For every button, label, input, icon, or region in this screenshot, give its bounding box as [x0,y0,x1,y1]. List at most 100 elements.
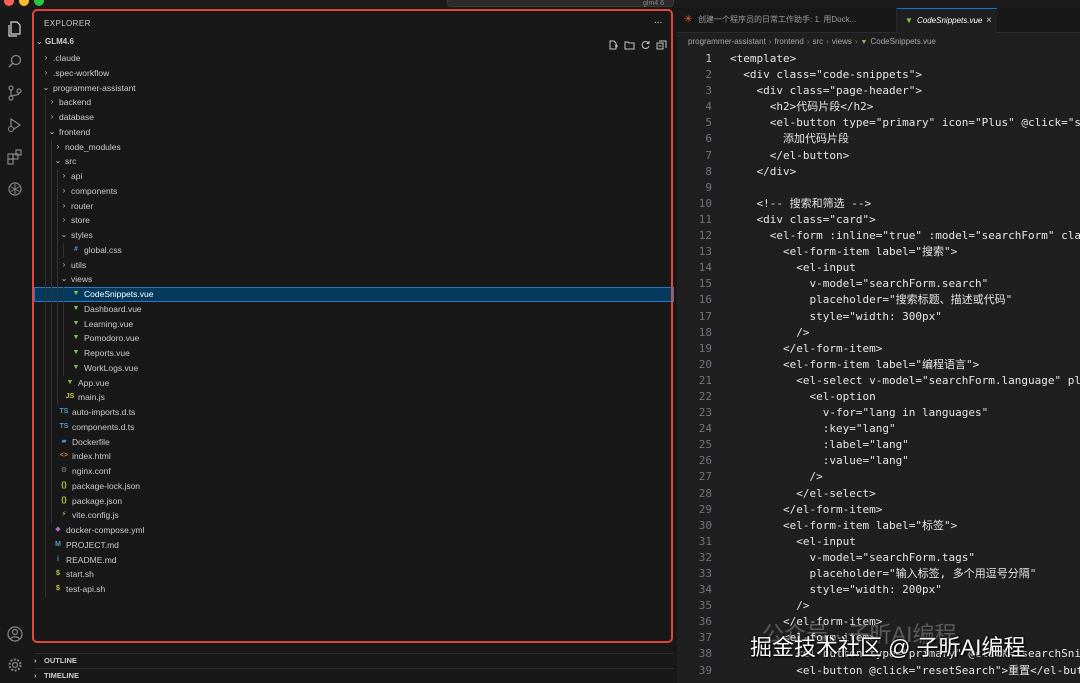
file-row[interactable]: ⚡ vite.config.js [34,508,674,523]
code-line[interactable]: 25 :label="lang" [677,437,1080,453]
code-line[interactable]: 12 <el-form :inline="true" :model="searc… [677,228,1080,244]
settings-gear-icon[interactable] [5,655,25,675]
folder-row[interactable]: › backend [34,95,674,110]
close-window-button[interactable] [4,0,14,6]
breadcrumb-item[interactable]: CodeSnippets.vue [870,37,935,46]
file-row[interactable]: M PROJECT.md [34,537,674,553]
breadcrumb-item[interactable]: programmer-assistant [688,37,766,46]
code-line[interactable]: 7 </el-button> [677,148,1080,164]
code-line[interactable]: 17 style="width: 300px" [677,309,1080,325]
ai-assistant-icon[interactable] [5,179,25,199]
code-line[interactable]: 1 <template> [677,51,1080,67]
file-row[interactable]: TS components.d.ts [34,419,674,435]
code-line[interactable]: 2 <div class="code-snippets"> [677,67,1080,83]
folder-row[interactable]: › database [34,110,674,125]
file-row[interactable]: ▰ Dockerfile [34,434,674,450]
code-line[interactable]: 9 [677,180,1080,196]
file-row[interactable]: $ start.sh [34,567,674,582]
close-icon[interactable]: × [986,9,992,33]
command-center[interactable]: glm4.6 [447,0,674,7]
code-line[interactable]: 23 v-for="lang in languages" [677,405,1080,421]
code-line[interactable]: 32 v-model="searchForm.tags" [677,550,1080,566]
code-line[interactable]: 24 :key="lang" [677,421,1080,437]
code-line[interactable]: 10 <!-- 搜索和筛选 --> [677,196,1080,212]
file-row[interactable]: ▼ Learning.vue [34,316,674,332]
code-line[interactable]: 4 <h2>代码片段</h2> [677,99,1080,115]
breadcrumb-item[interactable]: frontend [774,37,803,46]
extensions-icon[interactable] [5,147,25,167]
folder-row[interactable]: › router [34,198,674,214]
code-line[interactable]: 34 style="width: 200px" [677,582,1080,598]
code-editor[interactable]: 1 <template> 2 <div class="code-snippets">… [677,51,1080,679]
file-row[interactable]: $ test-api.sh [34,582,674,597]
code-line[interactable]: 16 placeholder="搜索标题、描述或代码" [677,292,1080,308]
file-row[interactable]: ▼ WorkLogs.vue [34,360,674,376]
file-row[interactable]: ▼ Pomodoro.vue [34,331,674,346]
file-row[interactable]: {} package.json [34,493,674,509]
code-line[interactable]: 14 <el-input [677,260,1080,276]
file-row[interactable]: ▼ Dashboard.vue [34,301,674,317]
code-line[interactable]: 29 </el-form-item> [677,502,1080,518]
search-icon[interactable] [5,51,25,71]
code-line[interactable]: 30 <el-form-item label="标签"> [677,518,1080,534]
folder-row[interactable]: › store [34,213,674,228]
file-row[interactable]: ▼ App.vue [34,375,674,391]
code-line[interactable]: 26 :value="lang" [677,453,1080,469]
account-icon[interactable] [5,624,25,644]
folder-row[interactable]: › utils [34,257,674,273]
breadcrumb-item[interactable]: src [813,37,824,46]
file-row[interactable]: ▼ Reports.vue [34,346,674,361]
outline-section[interactable]: › OUTLINE [34,653,674,668]
zoom-window-button[interactable] [34,0,44,6]
code-line[interactable]: 19 </el-form-item> [677,341,1080,357]
code-line[interactable]: 15 v-model="searchForm.search" [677,276,1080,292]
folder-row[interactable]: ⌄ frontend [34,124,674,140]
file-row[interactable]: TS auto-imports.d.ts [34,405,674,420]
code-line[interactable]: 22 <el-option [677,389,1080,405]
file-row[interactable]: <> index.html [34,449,674,464]
folder-row[interactable]: ⌄ styles [34,228,674,243]
code-line[interactable]: 33 placeholder="输入标签, 多个用逗号分隔" [677,566,1080,582]
folder-row[interactable]: ⌄ programmer-assistant [34,81,674,96]
code-line[interactable]: 3 <div class="page-header"> [677,83,1080,99]
code-line[interactable]: 39 <el-button @click="resetSearch">重置</e… [677,663,1080,679]
file-row[interactable]: ▼ CodeSnippets.vue [34,287,674,302]
folder-row[interactable]: › node_modules [34,139,674,155]
code-line[interactable]: 18 /> [677,325,1080,341]
file-row[interactable]: {} package-lock.json [34,478,674,494]
minimize-window-button[interactable] [19,0,29,6]
run-debug-icon[interactable] [5,115,25,135]
folder-row[interactable]: › .claude [34,51,674,66]
code-line[interactable]: 27 /> [677,469,1080,485]
code-line[interactable]: 28 </el-select> [677,486,1080,502]
file-row[interactable]: # global.css [34,242,674,258]
explorer-more-button[interactable]: ... [654,15,662,26]
code-line[interactable]: 35 /> [677,598,1080,614]
collapse-all-icon[interactable] [656,37,667,50]
code-line[interactable]: 6 添加代码片段 [677,131,1080,147]
breadcrumb-item[interactable]: views [832,37,852,46]
file-row[interactable]: ⚙ nginx.conf [34,464,674,479]
code-line[interactable]: 31 <el-input [677,534,1080,550]
code-line[interactable]: 8 </div> [677,164,1080,180]
code-line[interactable]: 13 <el-form-item label="搜索"> [677,244,1080,260]
folder-row[interactable]: ⌄ src [34,154,674,169]
source-control-icon[interactable] [5,83,25,103]
folder-row[interactable]: › api [34,169,674,184]
code-line[interactable]: 20 <el-form-item label="编程语言"> [677,357,1080,373]
timeline-section[interactable]: › TIMELINE [34,668,674,683]
tab-chat-session[interactable]: ✳ 创建一个程序员的日常工作助手: 1. 用Dock... [677,8,897,32]
code-line[interactable]: 11 <div class="card"> [677,212,1080,228]
refresh-icon[interactable] [640,37,651,50]
explorer-icon[interactable] [5,19,25,39]
file-row[interactable]: ◆ docker-compose.yml [34,523,674,538]
folder-row[interactable]: › .spec-workflow [34,66,674,81]
workspace-root[interactable]: ⌄ GLM4.6 [36,35,672,49]
folder-row[interactable]: ⌄ views [34,272,674,287]
tab-codesnippets-vue[interactable]: ▼ CodeSnippets.vue × [897,8,997,33]
new-folder-icon[interactable] [624,37,635,50]
code-line[interactable]: 21 <el-select v-model="searchForm.langua… [677,373,1080,389]
file-row[interactable]: JS main.js [34,390,674,405]
file-row[interactable]: i README.md [34,552,674,568]
code-line[interactable]: 5 <el-button type="primary" icon="Plus" … [677,115,1080,131]
